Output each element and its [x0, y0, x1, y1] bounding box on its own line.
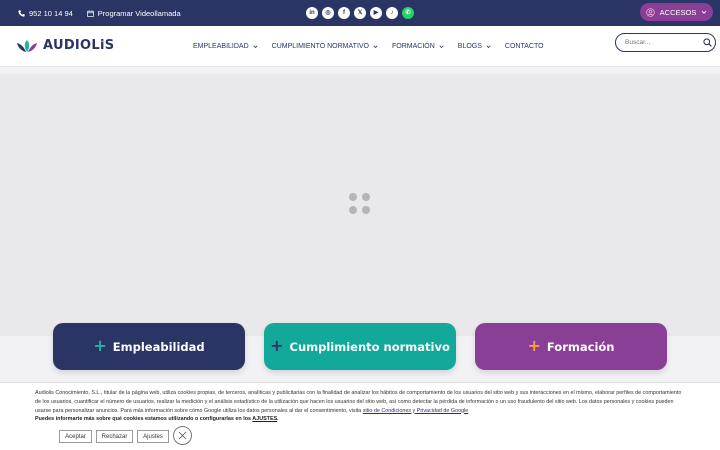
- nav-item-label: CONTACTO: [504, 43, 544, 50]
- cookie-description: Audiolis Conocimiento, S.L., titular de …: [35, 390, 682, 414]
- chevron-down-icon: [253, 45, 258, 49]
- card-label: Cumplimiento normativo: [289, 339, 450, 354]
- accept-button[interactable]: Aceptar: [59, 430, 92, 443]
- top-contact: 952 10 14 94 Programar Videollamada: [18, 0, 181, 26]
- service-cards: + Empleabilidad + Cumplimiento normativo…: [53, 323, 667, 371]
- search-input[interactable]: [625, 36, 700, 49]
- plus-icon: +: [93, 335, 107, 355]
- chevron-down-icon: [373, 45, 378, 49]
- card-formacion[interactable]: + Formación: [475, 323, 667, 370]
- card-label: Formación: [546, 339, 615, 354]
- cookie-text: Audiolis Conocimiento, S.L., titular de …: [35, 389, 685, 415]
- cookie-banner: Audiolis Conocimiento, S.L., titular de …: [0, 382, 720, 450]
- cookie-period: .: [277, 416, 279, 422]
- search-box: [615, 33, 716, 52]
- whatsapp-icon[interactable]: ✆: [402, 7, 414, 19]
- tiktok-icon[interactable]: ♪: [386, 7, 398, 19]
- chevron-down-icon: [439, 45, 444, 49]
- nav-item-contacto[interactable]: CONTACTO: [505, 43, 544, 50]
- nav-item-label: EMPLEABILIDAD: [193, 43, 249, 50]
- user-circle-icon: [645, 7, 655, 17]
- schedule-call-label: Programar Videollamada: [97, 8, 181, 18]
- linkedin-icon[interactable]: in: [306, 7, 318, 19]
- access-button[interactable]: ACCESOS: [640, 3, 713, 21]
- instagram-icon[interactable]: ◎: [322, 7, 334, 19]
- search-icon[interactable]: [703, 38, 712, 47]
- card-cumplimiento-normativo[interactable]: + Cumplimiento normativo: [264, 323, 456, 370]
- nav-item-label: BLOGS: [457, 43, 482, 50]
- main-header: AUDIOLiS EMPLEABILIDAD CUMPLIMIENTO NORM…: [0, 26, 720, 67]
- card-label: Empleabilidad: [112, 339, 205, 354]
- nav-item-cumplimiento[interactable]: CUMPLIMIENTO NORMATIVO: [272, 43, 378, 50]
- loading-icon: [349, 193, 371, 215]
- social-links: in ◎ f 𝕏 ▶ ♪ ✆: [306, 7, 414, 19]
- nav-item-label: CUMPLIMIENTO NORMATIVO: [271, 43, 369, 50]
- main-nav: EMPLEABILIDAD CUMPLIMIENTO NORMATIVO FOR…: [193, 26, 544, 67]
- calendar-icon: [87, 9, 94, 17]
- facebook-icon[interactable]: f: [338, 7, 350, 19]
- nav-item-blogs[interactable]: BLOGS: [458, 43, 491, 50]
- cookie-more-info: Puedes informarte más sobre qué cookies …: [35, 416, 279, 422]
- chevron-down-icon: [486, 45, 491, 49]
- nav-item-formacion[interactable]: FORMACIÓN: [392, 43, 444, 50]
- close-icon: [178, 431, 187, 440]
- phone-number: 952 10 14 94: [29, 8, 73, 18]
- nav-item-empleabilidad[interactable]: EMPLEABILIDAD: [193, 43, 258, 50]
- card-empleabilidad[interactable]: + Empleabilidad: [53, 323, 245, 370]
- close-button[interactable]: [173, 426, 192, 445]
- cookie-more-info-text: Puedes informarte más sobre qué cookies …: [35, 416, 251, 422]
- phone-icon: [18, 9, 25, 17]
- google-privacy-link[interactable]: sitio de Condiciones y Privacidad de Goo…: [363, 408, 468, 414]
- logo-text: AUDIOLiS: [43, 38, 115, 53]
- reject-button[interactable]: Rechazar: [96, 430, 133, 443]
- logo-leaves-icon: [17, 39, 37, 52]
- chevron-down-icon: [701, 10, 707, 14]
- plus-icon: +: [527, 335, 541, 355]
- logo[interactable]: AUDIOLiS: [15, 38, 114, 53]
- plus-icon: +: [270, 335, 284, 355]
- schedule-call-link[interactable]: Programar Videollamada: [87, 9, 181, 18]
- youtube-icon[interactable]: ▶: [370, 7, 382, 19]
- cookie-settings-link[interactable]: AJUSTES: [252, 416, 277, 422]
- settings-button[interactable]: Ajustes: [137, 430, 169, 443]
- top-bar: 952 10 14 94 Programar Videollamada in ◎…: [0, 0, 720, 26]
- nav-item-label: FORMACIÓN: [392, 43, 435, 50]
- phone-link[interactable]: 952 10 14 94: [18, 9, 73, 18]
- x-icon[interactable]: 𝕏: [354, 7, 366, 19]
- access-label: ACCESOS: [659, 7, 697, 17]
